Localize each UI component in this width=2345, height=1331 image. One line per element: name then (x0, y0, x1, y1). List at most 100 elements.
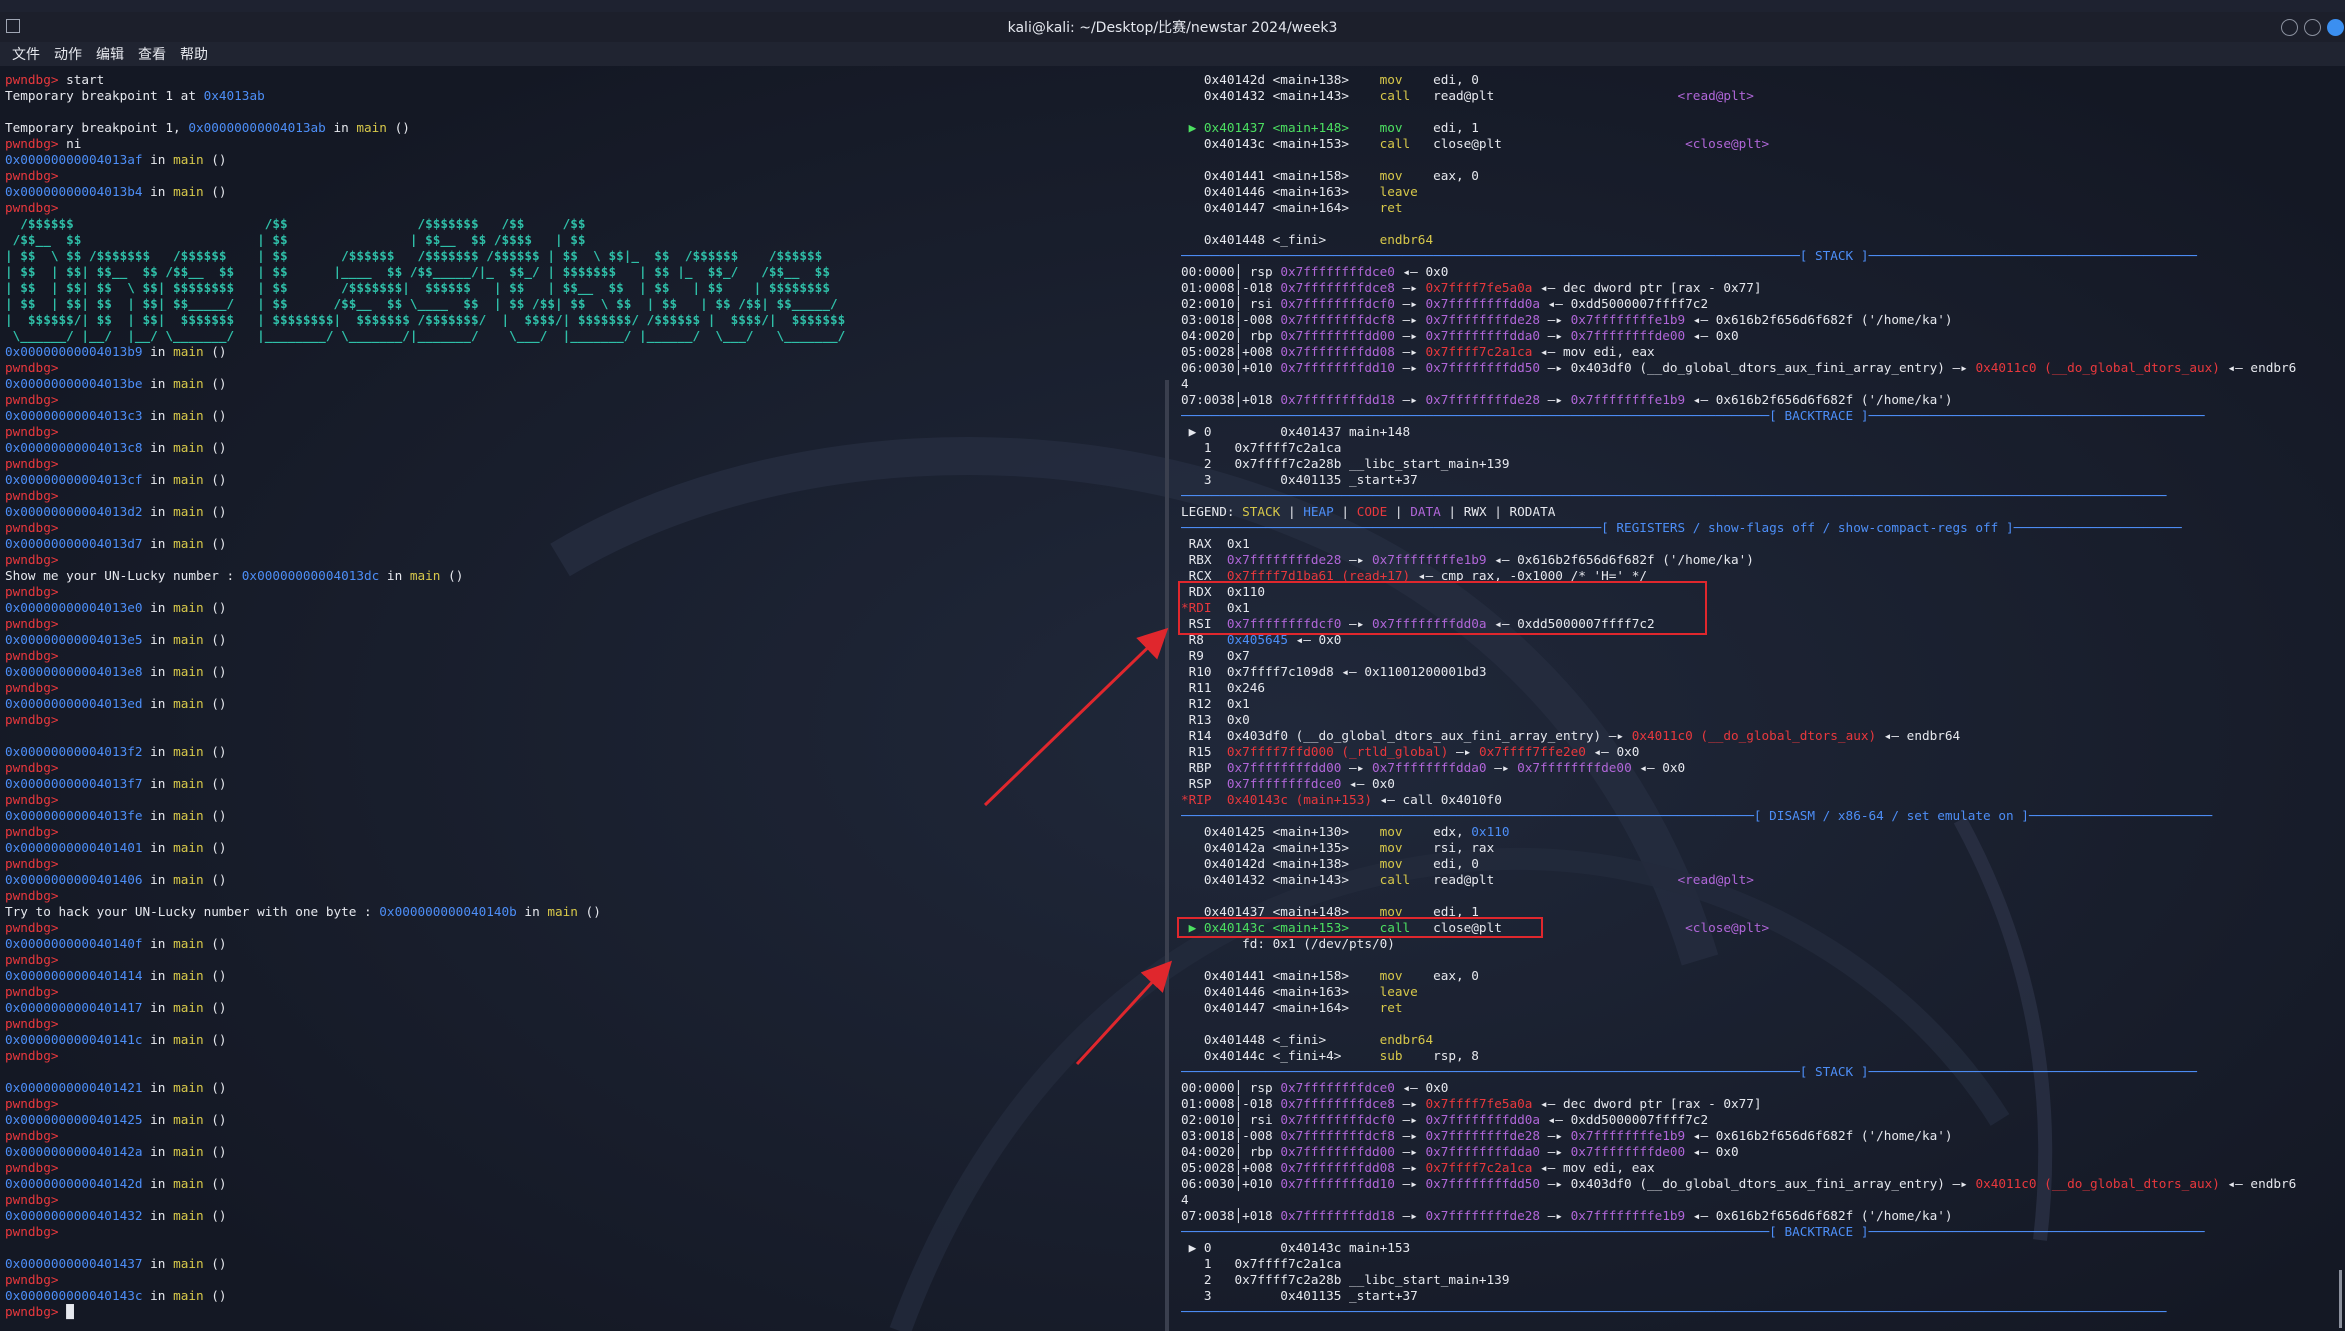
terminal-text: 0x7ffffffffdd0a (1371, 616, 1487, 631)
terminal-text: 1 0x7ffff7c2a1ca (1181, 1256, 1342, 1271)
terminal-text: —▸ (1394, 392, 1426, 407)
close-icon[interactable] (2327, 19, 2344, 36)
pane-divider[interactable] (1165, 380, 1169, 1331)
left-terminal-line: | $$ | $$| $$__ $$ /$$__ $$ | $$ |____ $… (5, 264, 1160, 280)
left-terminal-line: | $$ | $$| $$ | $$| $$_____/ | $$ /$$__ … (5, 296, 1160, 312)
terminal-text: 0x401441 <main+158> (1181, 168, 1380, 183)
terminal-text: mov (1379, 168, 1434, 183)
maximize-icon[interactable] (2304, 19, 2321, 36)
terminal-text: \______/ |__/ |__/ \_______/ |________/ … (5, 328, 846, 343)
minimize-icon[interactable] (2281, 19, 2298, 36)
terminal-text: 0x40143c (main+153) (1226, 792, 1372, 807)
menu-actions[interactable]: 动作 (54, 44, 82, 64)
terminal-text: —▸ (1394, 360, 1426, 375)
terminal-text: mov (1379, 968, 1434, 983)
terminal-text: —▸ (1540, 1128, 1571, 1143)
right-terminal-line: R11 0x246 (1181, 680, 2337, 696)
terminal-text: main (173, 376, 204, 391)
terminal-text: | (1280, 504, 1304, 519)
terminal-text: leave (1379, 184, 1418, 199)
terminal-text: 05:0028│+008 (1181, 344, 1281, 359)
left-terminal-line: 0x0000000000401417 in main () (5, 1000, 1160, 1016)
terminal-text: | $$ | $$| $$ | $$| $$_____/ | $$ /$$__ … (5, 296, 838, 311)
right-terminal-line: 0x40142a <main+135> mov rsi, rax (1181, 840, 2337, 856)
terminal-text: () (203, 408, 227, 423)
terminal-text: —▸ (1486, 760, 1518, 775)
right-terminal-line: 0x401448 <_fini> endbr64 (1181, 232, 2337, 248)
terminal-text: 0x7ffffffffdd50 (1425, 1176, 1541, 1191)
terminal-text: 0x7ffff7ffe2e0 (1478, 744, 1586, 759)
terminal-text: 0x7ffffffffdd0a (1425, 296, 1541, 311)
right-terminal-line: R15 0x7ffff7ffd000 (_rtld_global) —▸ 0x7… (1181, 744, 2337, 760)
terminal-text: 0x1 (1226, 696, 1250, 711)
terminal-text: 0x7ffffffffdcf8 (1280, 312, 1395, 327)
menu-file[interactable]: 文件 (12, 44, 40, 64)
right-terminal-line: 2 0x7ffff7c2a28b __libc_start_main+139 (1181, 456, 2337, 472)
left-terminal-line: pwndbg> (5, 920, 1160, 936)
terminal-text: 0x401432 <main+143> (1181, 88, 1380, 103)
menu-help[interactable]: 帮助 (180, 44, 208, 64)
left-terminal-line: pwndbg> (5, 760, 1160, 776)
right-terminal-line: 2 0x7ffff7c2a28b __libc_start_main+139 (1181, 1272, 2337, 1288)
terminal-text: 01:0008│-018 (1181, 280, 1281, 295)
terminal-text: () (203, 1000, 227, 1015)
terminal-text: read@plt (1433, 88, 1495, 103)
terminal-text: <read@plt> (1494, 88, 1754, 103)
terminal-text: <close@plt> (1501, 136, 1770, 151)
terminal-text: —▸ (1394, 1096, 1426, 1111)
terminal-text: 0x00000000004013f7 (5, 776, 143, 791)
terminal-text: HEAP (1303, 504, 1334, 519)
terminal-text: main (173, 664, 204, 679)
terminal-text: —▸ (1448, 744, 1479, 759)
terminal-text: 0x00000000004013be (5, 376, 143, 391)
left-terminal-line: pwndbg> (5, 424, 1160, 440)
terminal-text: 0x0000000000401417 (5, 1000, 143, 1015)
terminal-text: in (142, 1032, 174, 1047)
terminal-text: pwndbg> (5, 712, 67, 727)
terminal-text: () (203, 536, 227, 551)
right-terminal-pane[interactable]: 0x40142d <main+138> mov edi, 0 0x401432 … (1181, 72, 2337, 1328)
terminal-text: 07:0038│+018 (1181, 392, 1281, 407)
terminal-text: 0x00000000004013f2 (5, 744, 143, 759)
terminal-text: () (203, 840, 227, 855)
menu-edit[interactable]: 编辑 (96, 44, 124, 64)
terminal-text: 1 0x7ffff7c2a1ca (1181, 440, 1342, 455)
left-terminal-line: 0x0000000000401425 in main () (5, 1112, 1160, 1128)
terminal-text: 0x7ffffffffdcf0 (1280, 296, 1395, 311)
terminal-text: main (173, 536, 204, 551)
terminal-text: 0x7ffffffffdd00 (1226, 760, 1342, 775)
left-terminal-line: 0x00000000004013be in main () (5, 376, 1160, 392)
terminal-text: RBP (1181, 760, 1227, 775)
terminal-text: 0x40142d <main+138> (1181, 72, 1380, 87)
right-terminal-line: ────────────────────────────────────────… (1181, 1304, 2337, 1320)
terminal-text: main (173, 632, 204, 647)
terminal-text: 0x00000000004013d7 (5, 536, 143, 551)
terminal-text: 0x401447 <main+164> (1181, 200, 1380, 215)
terminal-text: () (203, 344, 227, 359)
terminal-text: main (173, 408, 204, 423)
terminal-text: ◂— call 0x4010f0 (1371, 792, 1502, 807)
terminal-text: pwndbg> (5, 792, 67, 807)
terminal-text: 0x00000000004013c3 (5, 408, 143, 423)
terminal-text: () (203, 1288, 227, 1303)
terminal-text: 0x7ffffffffdce0 (1280, 264, 1395, 279)
terminal-text: mov (1379, 904, 1434, 919)
right-terminal-line: 07:0038│+018 0x7ffffffffdd18 —▸ 0x7fffff… (1181, 392, 2337, 408)
left-terminal-pane[interactable]: pwndbg> start Temporary breakpoint 1 at 0… (5, 72, 1160, 1328)
terminal-text: () (203, 968, 227, 983)
terminal-text: main (173, 184, 204, 199)
terminal-text: () (203, 936, 227, 951)
terminal-text: in (142, 632, 174, 647)
terminal-text: █ (66, 1304, 74, 1319)
scrollbar-thumb[interactable] (2339, 1270, 2342, 1328)
right-terminal-line: 04:0020│ rbp 0x7ffffffffdd00 —▸ 0x7fffff… (1181, 328, 2337, 344)
terminal-text: R12 (1181, 696, 1227, 711)
right-terminal-line: R13 0x0 (1181, 712, 2337, 728)
menu-view[interactable]: 查看 (138, 44, 166, 64)
terminal-window-icon[interactable] (6, 19, 20, 33)
terminal-text: ◂— 0x0 (1287, 632, 1342, 647)
left-terminal-line: /$$__ $$ | $$ | $$__ $$ /$$$$ | $$ (5, 232, 1160, 248)
left-terminal-line: 0x00000000004013e0 in main () (5, 600, 1160, 616)
terminal-text: —▸ 0x403df0 (__do_global_dtors_aux_fini_… (1540, 1176, 1976, 1191)
left-terminal-line: pwndbg> (5, 1048, 1160, 1064)
